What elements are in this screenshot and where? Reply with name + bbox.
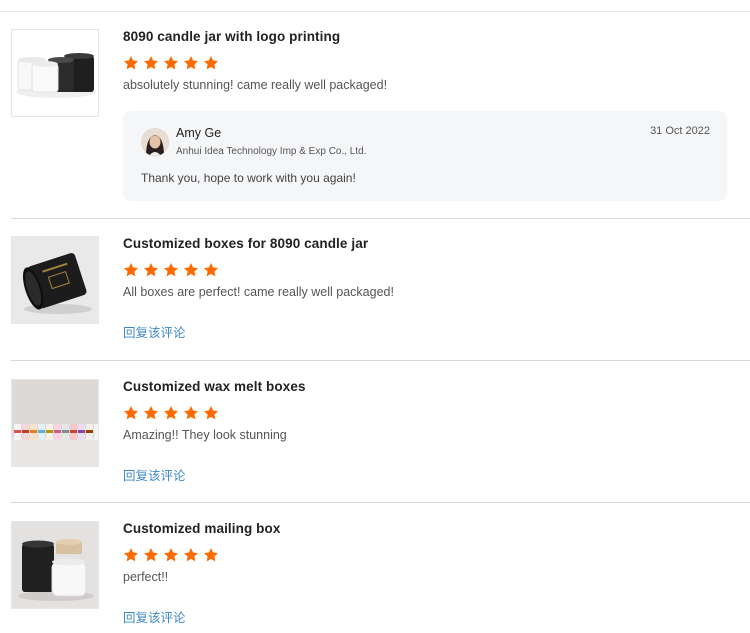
avatar-image <box>141 128 169 156</box>
product-thumbnail[interactable] <box>11 29 99 117</box>
reply-review-link[interactable]: 回复该评论 <box>123 469 738 484</box>
mailing-box-jars-image <box>12 522 98 608</box>
reply-review-link[interactable]: 回复该评论 <box>123 611 738 626</box>
star-rating <box>123 405 738 421</box>
review-divider <box>11 502 750 503</box>
star-icon <box>204 548 218 562</box>
review-product-title: Customized boxes for 8090 candle jar <box>123 236 369 251</box>
star-icon <box>144 263 158 277</box>
product-thumbnail[interactable] <box>11 379 99 467</box>
seller-reply: Amy Ge Anhui Idea Technology Imp & Exp C… <box>123 111 727 201</box>
star-icon <box>204 406 218 420</box>
reply-review-link[interactable]: 回复该评论 <box>123 326 738 341</box>
star-icon <box>184 263 198 277</box>
star-icon <box>164 548 178 562</box>
review-text: perfect!! <box>123 570 169 584</box>
reply-text: Thank you, hope to work with you again! <box>141 171 356 185</box>
review-text: absolutely stunning! came really well pa… <box>123 78 388 92</box>
top-divider <box>0 11 750 12</box>
star-icon <box>184 406 198 420</box>
review-divider <box>11 218 750 219</box>
candle-jars-image <box>12 30 98 116</box>
review-product-title: Customized mailing box <box>123 521 281 536</box>
cylinder-box-image <box>12 237 98 323</box>
reply-company: Anhui Idea Technology Imp & Exp Co., Ltd… <box>176 146 367 157</box>
star-icon <box>144 56 158 70</box>
star-icon <box>164 263 178 277</box>
star-icon <box>124 56 138 70</box>
star-icon <box>144 406 158 420</box>
star-rating <box>123 55 738 71</box>
star-icon <box>124 548 138 562</box>
avatar <box>141 128 169 156</box>
reply-date: 31 Oct 2022 <box>650 125 710 137</box>
wax-melt-boxes-image <box>12 380 98 466</box>
star-icon <box>164 56 178 70</box>
review-text: All boxes are perfect! came really well … <box>123 285 394 299</box>
star-icon <box>204 263 218 277</box>
star-icon <box>124 263 138 277</box>
review-text: Amazing!! They look stunning <box>123 428 287 442</box>
star-icon <box>144 548 158 562</box>
star-icon <box>184 548 198 562</box>
star-rating <box>123 547 738 563</box>
star-rating <box>123 262 738 278</box>
star-icon <box>204 56 218 70</box>
star-icon <box>164 406 178 420</box>
reply-author-name: Amy Ge <box>176 126 222 140</box>
product-thumbnail[interactable] <box>11 236 99 324</box>
star-icon <box>124 406 138 420</box>
review-divider <box>11 360 750 361</box>
review-product-title: 8090 candle jar with logo printing <box>123 29 341 44</box>
review-product-title: Customized wax melt boxes <box>123 379 306 394</box>
product-thumbnail[interactable] <box>11 521 99 609</box>
star-icon <box>184 56 198 70</box>
